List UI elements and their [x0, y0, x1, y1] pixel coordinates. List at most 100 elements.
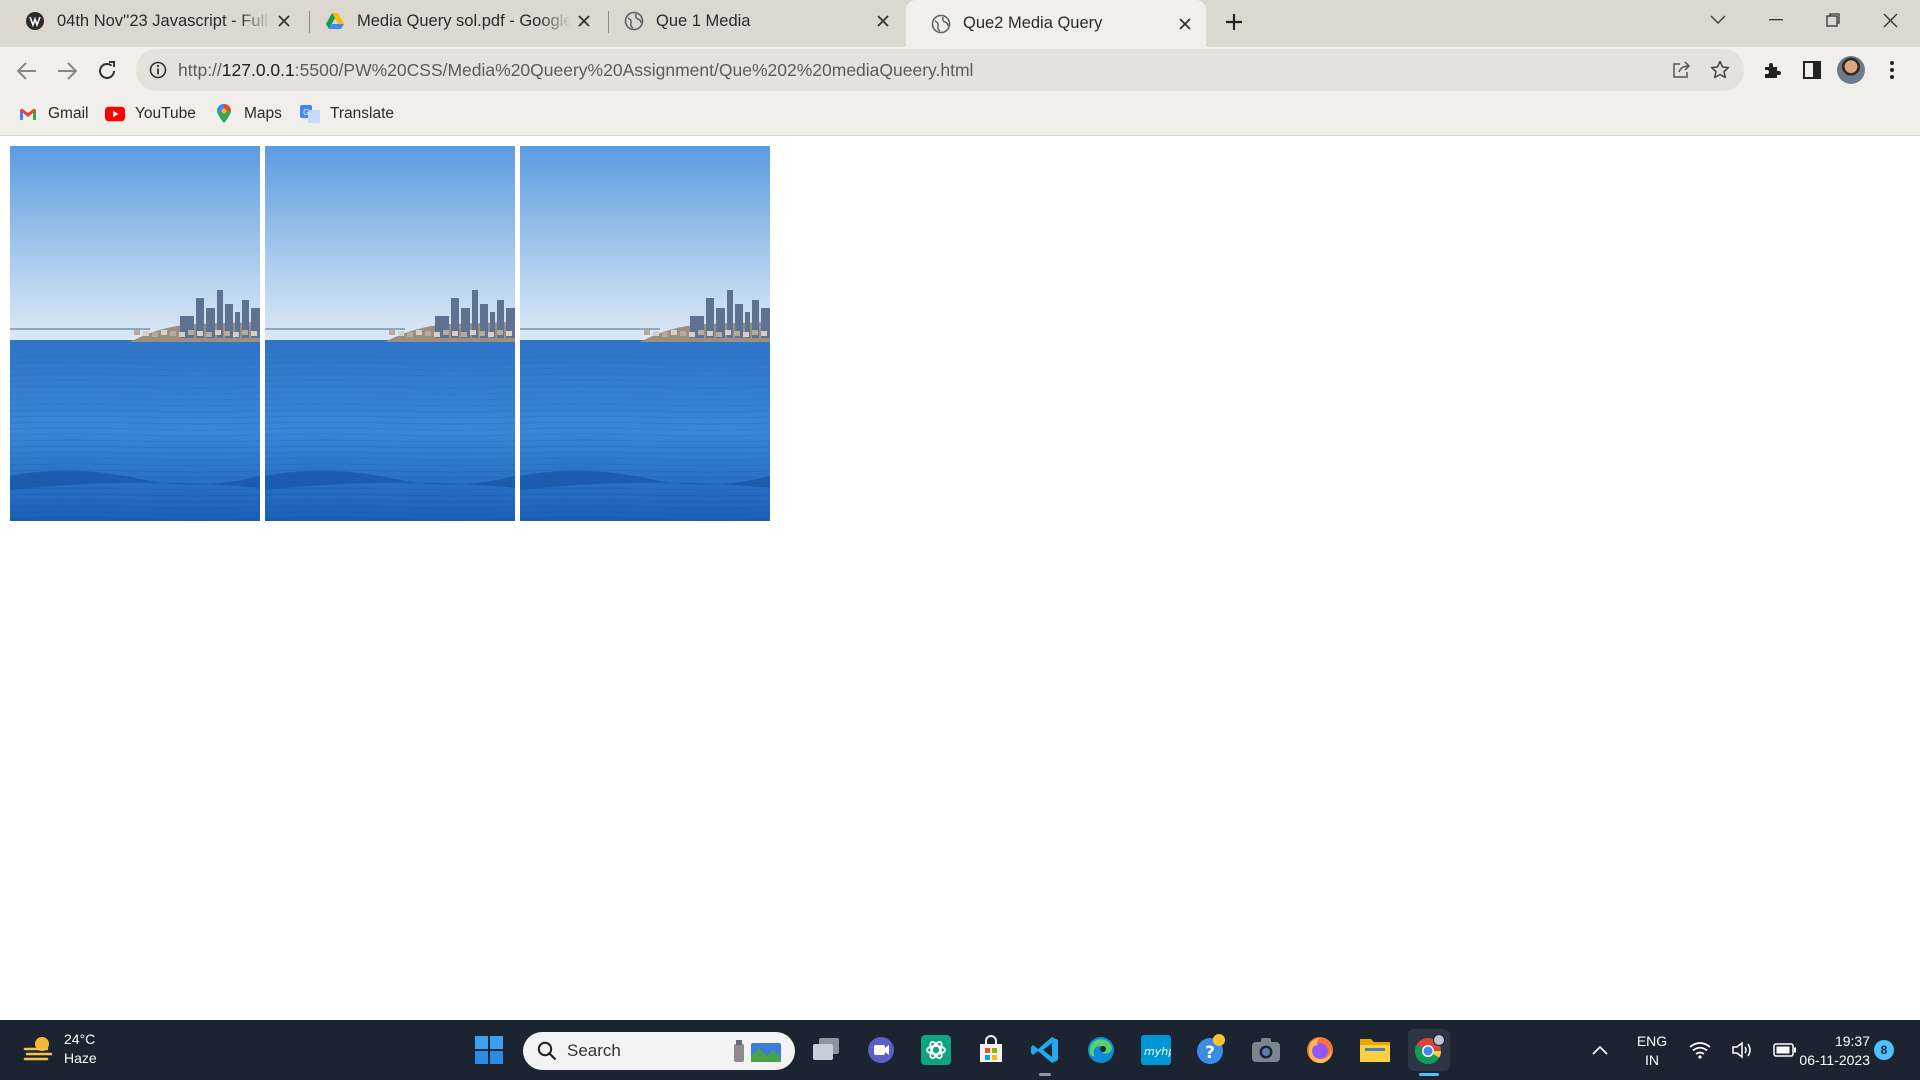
bookmark-gmail[interactable]: Gmail	[18, 101, 88, 127]
profile-avatar[interactable]	[1837, 56, 1865, 84]
close-icon	[1883, 13, 1897, 27]
clock-date: 06-11-2023	[1799, 1052, 1870, 1068]
close-tab-icon[interactable]	[271, 8, 297, 34]
translate-icon: G	[300, 104, 320, 124]
new-tab-button[interactable]	[1218, 8, 1250, 36]
language-line2: IN	[1645, 1052, 1659, 1068]
plus-icon	[1226, 14, 1242, 30]
globe-icon	[931, 14, 951, 33]
tab-title: Que2 Media Query	[963, 14, 1103, 32]
windows-start-icon[interactable]	[468, 1029, 510, 1071]
bookmarks-bar: Gmail YouTube Maps G Translate	[0, 93, 1920, 136]
taskbar-search-box[interactable]: Search	[523, 1032, 795, 1070]
bookmark-youtube[interactable]: YouTube	[105, 101, 196, 127]
svg-text:G: G	[303, 108, 309, 117]
site-info-icon[interactable]	[148, 60, 168, 80]
reload-icon	[99, 61, 115, 79]
tab-que1-media[interactable]: Que 1 Media	[599, 0, 904, 42]
search-placeholder: Search	[567, 1041, 621, 1060]
weather-condition: Haze	[64, 1050, 97, 1066]
url-text[interactable]: http://127.0.0.1:5500/PW%20CSS/Media%20Q…	[178, 60, 973, 81]
bookmark-translate[interactable]: G Translate	[300, 101, 394, 127]
tab-search-button[interactable]	[1690, 0, 1746, 40]
microsoft-store-icon[interactable]	[970, 1029, 1012, 1071]
minimize-button[interactable]	[1748, 0, 1804, 40]
clock[interactable]: 19:37 06-11-2023	[1780, 1032, 1870, 1070]
wifi-icon	[1689, 1042, 1711, 1059]
close-tab-icon[interactable]	[870, 8, 896, 34]
bay-skyline-image-2	[265, 146, 515, 521]
extensions-icon[interactable]	[1757, 55, 1787, 85]
share-icon[interactable]	[1671, 59, 1693, 81]
web-favicon-icon	[26, 12, 44, 30]
weather-temp: 24°C	[64, 1031, 96, 1047]
browser-tab-strip: 04th Nov''23 Javascript - Full Sta Media…	[0, 0, 1920, 47]
address-bar[interactable]: http://127.0.0.1:5500/PW%20CSS/Media%20Q…	[136, 49, 1744, 91]
close-tab-icon[interactable]	[571, 8, 597, 34]
volume-icon	[1732, 1041, 1751, 1059]
tab-title: Que 1 Media	[656, 11, 751, 30]
forward-button[interactable]	[51, 55, 83, 87]
task-view-icon[interactable]	[805, 1029, 847, 1071]
tab-title: Media Query sol.pdf - Google D	[357, 11, 571, 30]
language-indicator[interactable]: ENG IN	[1633, 1032, 1671, 1070]
windows-taskbar: 24°C Haze Search myhp ?	[0, 1020, 1920, 1080]
arrow-right-icon	[58, 62, 77, 80]
camera-icon[interactable]	[1245, 1029, 1287, 1071]
bookmark-label: Maps	[244, 105, 282, 122]
browser-toolbar: http://127.0.0.1:5500/PW%20CSS/Media%20Q…	[0, 47, 1920, 93]
globe-icon	[624, 11, 644, 31]
bay-skyline-image-3	[520, 146, 770, 521]
running-indicator-active	[1419, 1073, 1439, 1076]
close-window-button[interactable]	[1862, 0, 1918, 40]
bay-skyline-image-1	[10, 146, 260, 521]
maps-icon	[214, 104, 234, 124]
tab-title: 04th Nov''23 Javascript - Full Sta	[57, 11, 271, 30]
restore-icon	[1826, 13, 1840, 27]
vscode-icon[interactable]	[1024, 1029, 1066, 1071]
firefox-icon[interactable]	[1299, 1029, 1341, 1071]
side-panel-icon[interactable]	[1797, 55, 1827, 85]
gmail-icon	[18, 104, 38, 124]
bookmark-label: Translate	[330, 105, 395, 122]
svg-text:?: ?	[1205, 1043, 1215, 1063]
clock-time: 19:37	[1834, 1033, 1870, 1049]
teams-chat-icon[interactable]	[860, 1029, 902, 1071]
edge-icon[interactable]	[1080, 1029, 1122, 1071]
minimize-icon	[1769, 19, 1783, 21]
weather-widget[interactable]: 24°C Haze	[22, 1030, 97, 1068]
show-hidden-icons-icon[interactable]	[1582, 1029, 1618, 1071]
google-drive-icon	[326, 13, 344, 29]
bookmark-label: YouTube	[135, 105, 196, 122]
restore-button[interactable]	[1805, 0, 1861, 40]
myhp-icon[interactable]: myhp	[1135, 1029, 1177, 1071]
svg-text:myhp: myhp	[1144, 1045, 1171, 1058]
more-menu-icon[interactable]	[1877, 55, 1907, 85]
haze-weather-icon	[23, 1037, 53, 1061]
running-indicator	[1039, 1073, 1051, 1076]
help-icon[interactable]: ?	[1190, 1029, 1232, 1071]
url-path: :5500/PW%20CSS/Media%20Queery%20Assignme…	[294, 60, 974, 80]
arrow-left-icon	[17, 62, 36, 80]
url-host: 127.0.0.1	[221, 60, 295, 80]
tab-media-query-pdf[interactable]: Media Query sol.pdf - Google D	[300, 0, 605, 42]
search-highlight-icon	[734, 1040, 781, 1062]
close-tab-icon[interactable]	[1172, 11, 1198, 37]
chrome-icon[interactable]	[1408, 1029, 1450, 1071]
file-explorer-icon[interactable]	[1354, 1029, 1396, 1071]
back-button[interactable]	[11, 55, 43, 87]
chevron-down-icon	[1710, 15, 1726, 25]
web-page-viewport	[0, 136, 1920, 1020]
chatgpt-icon[interactable]	[915, 1029, 957, 1071]
tab-javascript[interactable]: 04th Nov''23 Javascript - Full Sta	[0, 0, 305, 42]
youtube-icon	[105, 104, 125, 124]
search-icon	[537, 1041, 557, 1061]
bookmark-star-icon[interactable]	[1709, 59, 1731, 81]
tab-que2-media-query[interactable]: Que2 Media Query	[906, 0, 1206, 47]
language-line1: ENG	[1636, 1033, 1668, 1049]
url-scheme: http://	[178, 60, 222, 80]
reload-button[interactable]	[91, 55, 123, 87]
notification-badge[interactable]: 8	[1874, 1040, 1894, 1060]
bookmark-maps[interactable]: Maps	[214, 101, 282, 127]
bookmark-label: Gmail	[48, 105, 89, 122]
